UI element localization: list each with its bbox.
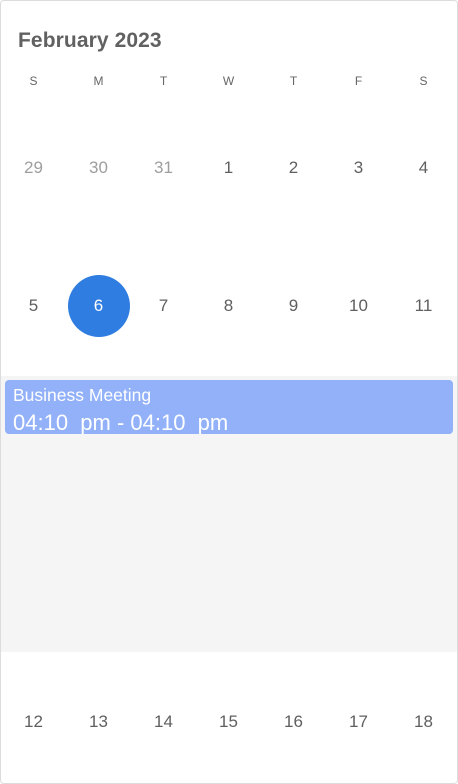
selected-day-number: 6	[67, 275, 130, 337]
day-number: 3	[353, 158, 364, 177]
day-number: 5	[28, 296, 39, 315]
week-row-2: 5 6 7 8 9 10 11	[1, 275, 457, 337]
day-number: 29	[24, 158, 43, 177]
day-number: 14	[154, 712, 173, 731]
day-number: 13	[89, 712, 108, 731]
day-number: 2	[288, 158, 299, 177]
weekday-wednesday: W	[222, 74, 235, 88]
day-cell[interactable]: 16	[261, 691, 326, 753]
day-cell[interactable]: 31	[131, 137, 196, 199]
day-number: 17	[349, 712, 368, 731]
day-cell[interactable]: 2	[261, 137, 326, 199]
day-cell[interactable]: 11	[391, 275, 456, 337]
day-cell-selected[interactable]: 6	[66, 275, 131, 337]
day-cell[interactable]: 17	[326, 691, 391, 753]
day-number: 30	[89, 158, 108, 177]
day-cell[interactable]: 9	[261, 275, 326, 337]
day-cell[interactable]: 8	[196, 275, 261, 337]
month-title[interactable]: February 2023	[18, 29, 162, 53]
weekday-sunday: S	[29, 74, 38, 88]
day-cell[interactable]: 5	[1, 275, 66, 337]
day-number: 18	[414, 712, 433, 731]
day-number: 7	[158, 296, 169, 315]
day-number: 9	[288, 296, 299, 315]
weekday-saturday: S	[419, 74, 428, 88]
day-number: 31	[154, 158, 173, 177]
week-row-3: 12 13 14 15 16 17 18	[1, 691, 457, 753]
day-number: 12	[24, 712, 43, 731]
calendar-widget: February 2023 S M T W T F S 29 30 31 1 2…	[0, 0, 458, 784]
day-cell[interactable]: 18	[391, 691, 456, 753]
day-number: 15	[219, 712, 238, 731]
day-number: 1	[223, 158, 234, 177]
weekday-thursday: T	[289, 74, 298, 88]
day-cell[interactable]: 15	[196, 691, 261, 753]
event-business-meeting[interactable]: Business Meeting 04:10 pm - 04:10 pm	[5, 380, 453, 435]
day-cell[interactable]: 29	[1, 137, 66, 199]
event-time: 04:10 pm - 04:10 pm	[13, 410, 229, 435]
day-cell[interactable]: 10	[326, 275, 391, 337]
day-cell[interactable]: 13	[66, 691, 131, 753]
day-number: 10	[349, 296, 368, 315]
event-title: Business Meeting	[13, 385, 152, 405]
day-cell[interactable]: 30	[66, 137, 131, 199]
agenda-panel: Business Meeting 04:10 pm - 04:10 pm	[1, 376, 457, 652]
day-number: 16	[284, 712, 303, 731]
day-cell[interactable]: 14	[131, 691, 196, 753]
weekday-monday: M	[93, 74, 104, 88]
weekday-header: S M T W T F S	[1, 74, 457, 92]
day-number: 8	[223, 296, 234, 315]
week-row-1: 29 30 31 1 2 3 4	[1, 137, 457, 199]
day-cell[interactable]: 4	[391, 137, 456, 199]
day-cell[interactable]: 1	[196, 137, 261, 199]
day-number: 11	[414, 296, 433, 315]
weekday-friday: F	[354, 74, 363, 88]
weekday-tuesday: T	[159, 74, 168, 88]
day-cell[interactable]: 7	[131, 275, 196, 337]
day-cell[interactable]: 3	[326, 137, 391, 199]
day-number: 4	[418, 158, 429, 177]
day-cell[interactable]: 12	[1, 691, 66, 753]
